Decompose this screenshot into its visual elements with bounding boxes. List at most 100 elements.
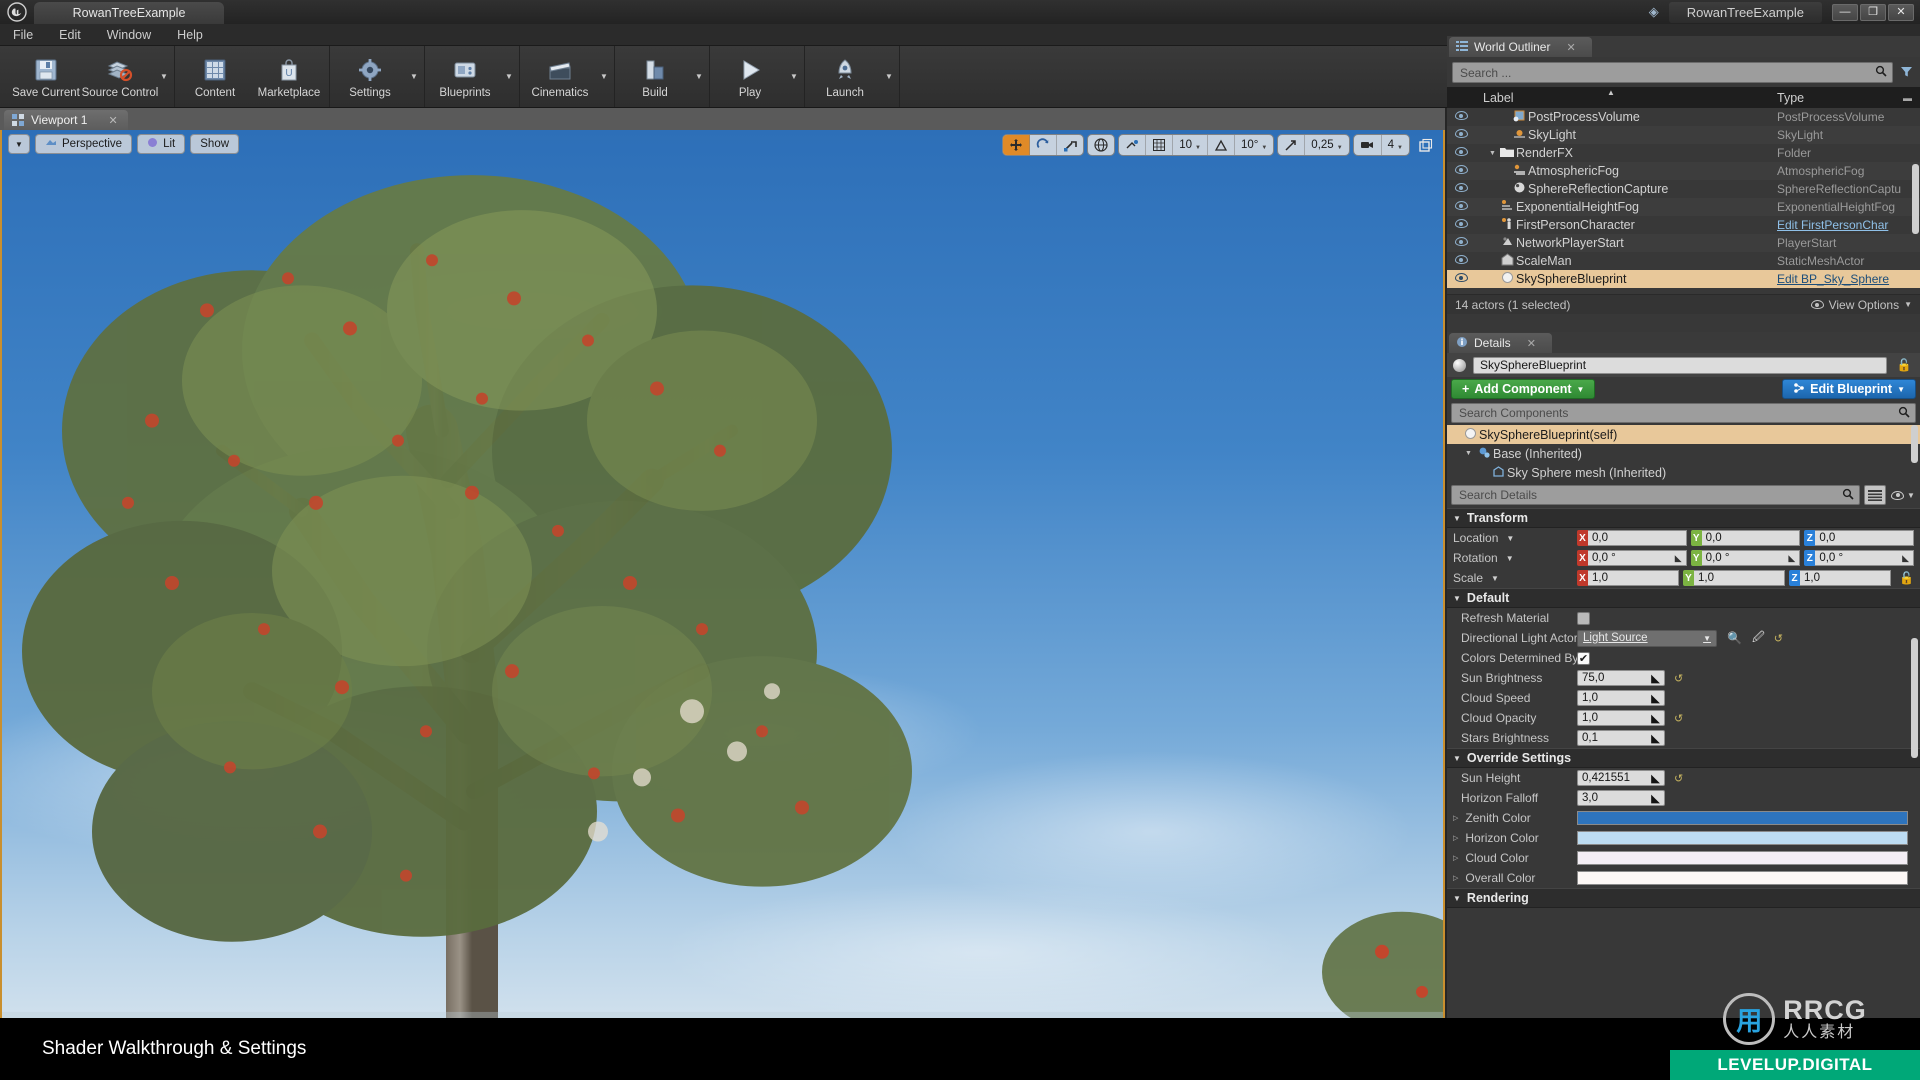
menu-window[interactable]: Window bbox=[94, 24, 164, 46]
world-globe-icon[interactable] bbox=[1088, 135, 1114, 155]
list-view-icon[interactable] bbox=[1864, 485, 1886, 505]
stars-brightness-input[interactable]: 0,1 ◣ bbox=[1577, 730, 1665, 746]
actor-name-input[interactable]: SkySphereBlueprint bbox=[1473, 356, 1887, 374]
expand-triangle-icon[interactable]: ▼ bbox=[1465, 450, 1476, 457]
outliner-row-edit-link[interactable]: Edit FirstPersonChar bbox=[1777, 218, 1909, 232]
visibility-eye-icon[interactable] bbox=[1447, 219, 1475, 231]
outliner-row-edit-link[interactable]: Edit BP_Sky_Sphere bbox=[1777, 272, 1909, 286]
outliner-row-renderfx[interactable]: ▼ RenderFX Folder bbox=[1447, 144, 1920, 162]
grid-snap-toggle[interactable] bbox=[1146, 135, 1174, 155]
visibility-eye-icon[interactable] bbox=[1447, 129, 1475, 141]
property-label[interactable]: Location ▼ bbox=[1447, 531, 1577, 545]
component-tree-scrollbar[interactable] bbox=[1911, 425, 1918, 463]
horizon-falloff-input[interactable]: 3,0 ◣ bbox=[1577, 790, 1665, 806]
outliner-row-exponentialheightfog[interactable]: ExponentialHeightFog ExponentialHeightFog bbox=[1447, 198, 1920, 216]
maximize-viewport-icon[interactable] bbox=[1413, 134, 1437, 156]
component-search-input[interactable]: Search Components bbox=[1451, 403, 1916, 423]
component-row[interactable]: ▼ Base (Inherited) bbox=[1447, 444, 1920, 463]
category-header-transform[interactable]: ▼ Transform bbox=[1447, 508, 1920, 528]
column-label-header[interactable]: Label bbox=[1447, 91, 1514, 105]
colors-determined-by-sun-p-checkbox[interactable]: ✔ bbox=[1577, 651, 1590, 665]
property-label[interactable]: ▷ Horizon Color bbox=[1447, 831, 1577, 845]
translate-gizmo-button[interactable] bbox=[1003, 135, 1031, 155]
outliner-row-scaleman[interactable]: ScaleMan StaticMeshActor bbox=[1447, 252, 1920, 270]
chevron-down-icon[interactable]: ▼ bbox=[1506, 534, 1514, 543]
visibility-eye-icon[interactable] bbox=[1447, 111, 1475, 123]
source-control-caret-icon[interactable]: ▼ bbox=[157, 46, 171, 107]
category-header-override-settings[interactable]: ▼ Override Settings bbox=[1447, 748, 1920, 768]
menu-file[interactable]: File bbox=[0, 24, 46, 46]
browse-icon[interactable]: 🔍 bbox=[1727, 631, 1742, 645]
project-tab[interactable]: RowanTreeExample bbox=[34, 2, 224, 24]
settings-button[interactable]: Settings bbox=[333, 46, 407, 107]
cloud-opacity-input[interactable]: 1,0 ◣ bbox=[1577, 710, 1665, 726]
sun-brightness-input[interactable]: 75,0 ◣ bbox=[1577, 670, 1665, 686]
lock-ratio-icon[interactable]: 🔓 bbox=[1899, 571, 1914, 585]
scale-y-field[interactable]: Y 1,0 bbox=[1683, 570, 1786, 586]
outliner-row-atmosphericfog[interactable]: AtmosphericFog AtmosphericFog bbox=[1447, 162, 1920, 180]
location-x-field[interactable]: X 0,0 bbox=[1577, 530, 1687, 546]
surface-snap-icon[interactable] bbox=[1119, 135, 1147, 155]
visibility-eye-icon[interactable] bbox=[1447, 201, 1475, 213]
minimize-button[interactable]: — bbox=[1832, 3, 1858, 21]
show-menu-button[interactable]: Show bbox=[190, 134, 240, 154]
expand-triangle-icon[interactable]: ▷ bbox=[1453, 834, 1458, 842]
menu-help[interactable]: Help bbox=[164, 24, 216, 46]
launch-button[interactable]: Launch bbox=[808, 46, 882, 107]
filter-icon[interactable] bbox=[1897, 65, 1915, 81]
viewport-options-caret-icon[interactable]: ▼ bbox=[8, 134, 30, 154]
category-header-rendering[interactable]: ▼ Rendering bbox=[1447, 888, 1920, 908]
cloud-color-swatch[interactable] bbox=[1577, 851, 1908, 865]
scale-snap-value[interactable]: 0,25 ▼ bbox=[1305, 135, 1348, 155]
close-icon[interactable]: ✕ bbox=[1527, 337, 1536, 350]
viewport-tab[interactable]: Viewport 1 ✕ bbox=[4, 110, 128, 130]
close-icon[interactable]: ✕ bbox=[108, 114, 117, 127]
scale-z-input[interactable]: 1,0 bbox=[1800, 570, 1892, 586]
blueprints-caret-icon[interactable]: ▼ bbox=[502, 46, 516, 107]
visibility-eye-icon[interactable] bbox=[1447, 183, 1475, 195]
outliner-row-list[interactable]: PostProcessVolume PostProcessVolume SkyLig… bbox=[1447, 108, 1920, 294]
scale-z-field[interactable]: Z 1,0 bbox=[1789, 570, 1892, 586]
edit-blueprint-button[interactable]: Edit Blueprint ▼ bbox=[1782, 379, 1916, 399]
view-mode-button[interactable]: Perspective bbox=[35, 134, 133, 154]
outliner-search-input[interactable]: Search ... bbox=[1452, 62, 1893, 83]
location-y-input[interactable]: 0,0 bbox=[1701, 530, 1801, 546]
cloud-speed-input[interactable]: 1,0 ◣ bbox=[1577, 690, 1665, 706]
chevron-down-icon[interactable]: ▼ bbox=[1491, 574, 1499, 583]
rotate-gizmo-button[interactable] bbox=[1030, 135, 1058, 155]
add-component-button[interactable]: + Add Component ▼ bbox=[1451, 379, 1596, 399]
outliner-row-firstpersoncharacter[interactable]: FirstPersonCharacter Edit FirstPersonChar bbox=[1447, 216, 1920, 234]
component-tree[interactable]: SkySphereBlueprint(self) ▼ Base (Inherited… bbox=[1447, 425, 1920, 482]
visibility-eye-icon[interactable] bbox=[1447, 147, 1475, 159]
visibility-eye-icon[interactable] bbox=[1447, 165, 1475, 177]
location-z-field[interactable]: Z 0,0 bbox=[1804, 530, 1915, 546]
menu-edit[interactable]: Edit bbox=[46, 24, 94, 46]
zenith-color-swatch[interactable] bbox=[1577, 811, 1908, 825]
refresh-material-checkbox[interactable] bbox=[1577, 611, 1590, 625]
location-x-input[interactable]: 0,0 bbox=[1588, 530, 1687, 546]
reset-to-default-icon[interactable]: ↺ bbox=[1674, 772, 1683, 785]
launch-caret-icon[interactable]: ▼ bbox=[882, 46, 896, 107]
camera-speed-value[interactable]: 4 ▼ bbox=[1382, 135, 1409, 155]
blueprints-button[interactable]: Blueprints bbox=[428, 46, 502, 107]
expand-triangle-icon[interactable]: ▷ bbox=[1453, 814, 1458, 822]
cinematics-button[interactable]: Cinematics bbox=[523, 46, 597, 107]
visibility-eye-icon[interactable] bbox=[1447, 273, 1475, 285]
outliner-row-networkplayerstart[interactable]: NetworkPlayerStart PlayerStart bbox=[1447, 234, 1920, 252]
expand-triangle-icon[interactable]: ▷ bbox=[1453, 874, 1458, 882]
location-z-input[interactable]: 0,0 bbox=[1815, 530, 1915, 546]
column-options-icon[interactable]: ▬ bbox=[1903, 93, 1912, 103]
scale-gizmo-button[interactable] bbox=[1057, 135, 1083, 155]
directional-light-actor-select[interactable]: Light Source ▼ bbox=[1577, 629, 1717, 647]
reset-to-default-icon[interactable]: ↺ bbox=[1774, 632, 1783, 645]
property-label[interactable]: ▷ Cloud Color bbox=[1447, 851, 1577, 865]
reset-to-default-icon[interactable]: ↺ bbox=[1674, 672, 1683, 685]
property-label[interactable]: ▷ Zenith Color bbox=[1447, 811, 1577, 825]
expand-triangle-icon[interactable]: ▼ bbox=[1487, 150, 1498, 157]
chevron-down-icon[interactable]: ▼ bbox=[1506, 554, 1514, 563]
expand-triangle-icon[interactable]: ▷ bbox=[1453, 854, 1458, 862]
build-caret-icon[interactable]: ▼ bbox=[692, 46, 706, 107]
outliner-row-postprocessvolume[interactable]: PostProcessVolume PostProcessVolume bbox=[1447, 108, 1920, 126]
marketplace-button[interactable]: U Marketplace bbox=[252, 46, 326, 107]
component-row[interactable]: SkySphereBlueprint(self) bbox=[1447, 425, 1920, 444]
